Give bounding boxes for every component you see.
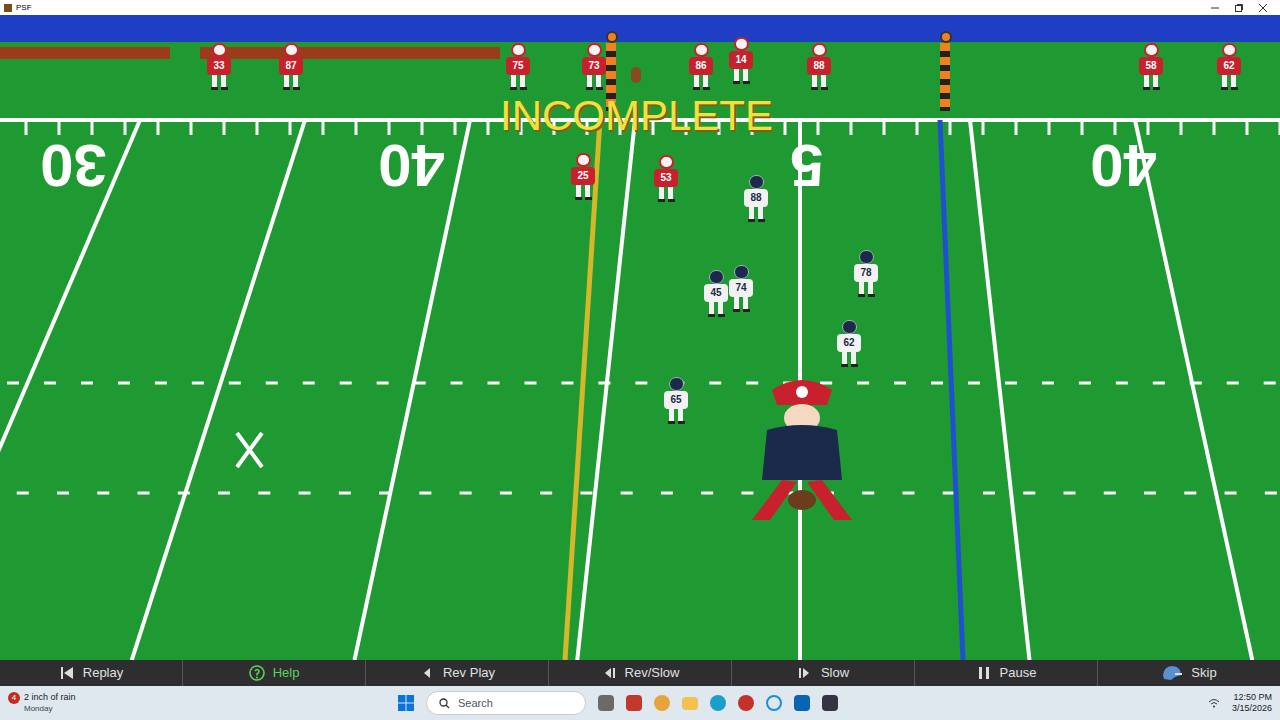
wifi-icon[interactable] — [1208, 698, 1220, 708]
toolbar-button[interactable]: Pause — [914, 660, 1097, 686]
player: 78 — [853, 250, 879, 297]
player: 33 — [206, 43, 232, 90]
clock[interactable]: 12:50 PM3/15/2026 — [1232, 692, 1272, 715]
bench — [0, 47, 170, 59]
reverse-slow-icon — [601, 665, 617, 681]
search-box[interactable]: Search — [426, 691, 586, 715]
player: 87 — [278, 43, 304, 90]
player: 74 — [728, 265, 754, 312]
player: 88 — [743, 175, 769, 222]
yard-number: 40 — [1090, 135, 1157, 195]
yard-number: 5 — [790, 135, 823, 195]
toolbar-button[interactable]: Help — [182, 660, 365, 686]
pause-icon — [976, 665, 992, 681]
window-title: PSF — [16, 4, 32, 12]
helmet-icon — [1161, 665, 1183, 681]
minimize-icon[interactable] — [1210, 3, 1220, 13]
taskbar: 42 inch of rainMonday Search 12:50 PM3/15/… — [0, 686, 1280, 720]
field: 30 40 5 40 33 87 75 73 86 14 88 58 62 25 53 88 4574 78 62 6… — [0, 15, 1280, 660]
app-icon[interactable] — [654, 695, 670, 711]
skip-back-icon — [59, 665, 75, 681]
weather-widget[interactable]: 42 inch of rainMonday — [8, 692, 148, 713]
player: 53 — [653, 155, 679, 202]
app-icon[interactable] — [822, 695, 838, 711]
app-icon[interactable] — [738, 695, 754, 711]
reverse-play-icon — [419, 665, 435, 681]
play-result: INCOMPLETE — [500, 95, 773, 137]
player: 88 — [806, 43, 832, 90]
restore-icon[interactable] — [1234, 3, 1244, 13]
player: 65 — [663, 377, 689, 424]
patriot-logo-icon — [712, 370, 892, 530]
close-icon[interactable] — [1258, 3, 1268, 13]
toolbar-button[interactable]: Rev Play — [365, 660, 548, 686]
notification-badge: 4 — [8, 692, 20, 704]
yard-number: 30 — [40, 135, 107, 195]
player: 86 — [688, 43, 714, 90]
app-icon — [4, 4, 12, 12]
edge-icon[interactable] — [710, 695, 726, 711]
app-icon[interactable] — [794, 695, 810, 711]
down-marker-icon — [940, 31, 950, 111]
toolbar-button[interactable]: Rev/Slow — [548, 660, 731, 686]
windows-logo-icon[interactable] — [398, 695, 414, 711]
toolbar-button[interactable]: Slow — [731, 660, 914, 686]
player: 75 — [505, 43, 531, 90]
toolbar-button[interactable]: Skip — [1097, 660, 1280, 686]
player: 25 — [570, 153, 596, 200]
search-icon — [439, 698, 450, 709]
player: 45 — [703, 270, 729, 317]
slow-icon — [797, 665, 813, 681]
app-icon[interactable] — [626, 695, 642, 711]
app: PSF 30 40 5 40 33 87 75 73 86 14 88 58 62 25 53 88 4574 78… — [0, 0, 1280, 720]
player: 73 — [581, 43, 607, 90]
player: 14 — [728, 37, 754, 84]
app-icon[interactable] — [766, 695, 782, 711]
toolbar: ReplayHelpRev PlayRev/SlowSlowPauseSkip — [0, 660, 1280, 686]
folder-icon[interactable] — [682, 697, 698, 710]
player: 62 — [1216, 43, 1242, 90]
player: 58 — [1138, 43, 1164, 90]
help-icon — [249, 665, 265, 681]
yard-number: 40 — [378, 135, 445, 195]
toolbar-button[interactable]: Replay — [0, 660, 182, 686]
player: 62 — [836, 320, 862, 367]
stadium-wall — [0, 15, 1280, 42]
bench — [200, 47, 500, 59]
title-bar: PSF — [0, 0, 1280, 15]
app-icon[interactable] — [598, 695, 614, 711]
ball-icon — [631, 67, 641, 83]
